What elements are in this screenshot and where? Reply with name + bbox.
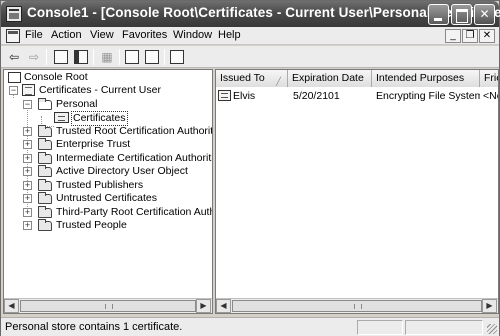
scroll-right-button[interactable]: ▶ [196,299,211,313]
menu-file[interactable]: File [25,29,43,41]
expand-icon[interactable]: + [23,181,32,190]
folder-icon [38,179,52,191]
certificate-icon [218,90,231,101]
tree-item-untrusted-certificates[interactable]: + Untrusted Certificates [6,192,212,205]
collapse-icon[interactable]: − [23,100,32,109]
status-bar: Personal store contains 1 certificate. [1,317,499,336]
cell-friendly-name: <No [483,90,498,102]
child-close-button[interactable]: ✕ [479,29,495,43]
folder-icon [38,165,52,177]
child-minimize-button[interactable]: _ [445,29,461,43]
up-one-level-icon[interactable] [53,49,69,65]
collapse-icon[interactable]: − [9,86,18,95]
refresh-icon[interactable] [124,49,140,65]
menu-action[interactable]: Action [51,29,82,41]
table-row[interactable]: Elvis 5/20/2101 Encrypting File System <… [216,89,498,103]
column-intended-purposes[interactable]: Intended Purposes [372,70,480,87]
scroll-right-button[interactable]: ▶ [482,299,497,313]
menu-view[interactable]: View [90,29,114,41]
folder-icon [38,152,52,164]
scroll-thumb[interactable] [20,300,196,312]
expand-icon[interactable]: + [23,221,32,230]
delete-icon[interactable]: ▦ [99,49,115,65]
expand-icon[interactable]: + [23,127,32,136]
tree-item-personal[interactable]: − Personal [6,98,212,111]
minimize-button[interactable] [428,4,449,25]
tree-horizontal-scrollbar[interactable]: ◀ ▶ [4,298,212,313]
toolbar-separator [46,49,47,65]
tree-item-active-directory-user-object[interactable]: + Active Directory User Object [6,165,212,178]
toolbar-separator [93,49,94,65]
tree-item-console-root[interactable]: Console Root [6,71,212,84]
scroll-left-button[interactable]: ◀ [216,299,231,313]
show-hide-tree-icon[interactable] [73,49,89,65]
expand-icon[interactable]: + [23,154,32,163]
toolbar-separator [119,49,120,65]
title-bar[interactable]: Console1 - [Console Root\Certificates - … [1,1,500,27]
child-restore-button[interactable]: ❐ [462,29,478,43]
child-window-icon[interactable] [6,29,20,43]
cell-expiration-date: 5/20/2101 [293,90,340,102]
back-arrow-icon[interactable]: ⇦ [6,49,22,65]
mmc-window: Console1 - [Console Root\Certificates - … [0,0,500,336]
column-expiration-date[interactable]: Expiration Date [288,70,372,87]
scroll-left-button[interactable]: ◀ [4,299,19,313]
cell-issued-to: Elvis [233,90,256,102]
console-tree[interactable]: Console Root − Certificates - Current Us… [3,69,213,314]
results-list[interactable]: Issued To ╱ Expiration Date Intended Purp… [215,69,499,314]
close-button[interactable]: ✕ [474,4,495,25]
list-horizontal-scrollbar[interactable]: ◀ ▶ [216,298,498,313]
maximize-button[interactable] [451,4,472,25]
folder-icon [38,125,52,137]
folder-icon [38,206,52,218]
tree-item-trusted-people[interactable]: + Trusted People [6,219,212,232]
expand-icon[interactable]: + [23,208,32,217]
console-app-icon[interactable] [6,6,22,22]
tree-item-trusted-publishers[interactable]: + Trusted Publishers [6,179,212,192]
scroll-thumb[interactable] [232,300,482,312]
resize-grip-icon[interactable] [487,324,497,334]
tree-item-enterprise-trust[interactable]: + Enterprise Trust [6,138,212,151]
help-icon[interactable] [169,49,185,65]
folder-icon [38,192,52,204]
forward-arrow-icon[interactable]: ⇨ [26,49,42,65]
menu-bar: File Action View Favorites Window Help _… [1,27,499,45]
expand-icon[interactable]: + [23,194,32,203]
column-issued-to[interactable]: Issued To ╱ [216,70,288,87]
open-folder-icon [38,98,52,110]
tree-item-third-party-root-ca[interactable]: + Third-Party Root Certification Authori… [6,206,212,219]
folder-icon [38,219,52,231]
expand-icon[interactable]: + [23,167,32,176]
toolbar-separator [164,49,165,65]
tree-item-trusted-root[interactable]: + Trusted Root Certification Authorities [6,125,212,138]
status-panel [357,320,403,335]
certificates-snapin-icon [22,84,35,96]
folder-icon [38,138,52,150]
menu-help[interactable]: Help [218,29,241,41]
tree-item-certificates-current-user[interactable]: − Certificates - Current User [6,84,212,97]
list-header: Issued To ╱ Expiration Date Intended Purp… [216,70,498,87]
tree-item-intermediate-ca[interactable]: + Intermediate Certification Authorities [6,152,212,165]
cell-intended-purposes: Encrypting File System [376,90,480,102]
console-root-icon [8,72,21,83]
toolbar: ⇦ ⇨ ▦ [1,46,499,68]
status-panel [405,320,483,335]
tree-item-certificates[interactable]: Certificates [6,111,212,126]
certificate-folder-icon [54,112,69,123]
export-list-icon[interactable] [144,49,160,65]
menu-window[interactable]: Window [173,29,212,41]
menu-favorites[interactable]: Favorites [122,29,167,41]
expand-icon[interactable]: + [23,140,32,149]
status-text: Personal store contains 1 certificate. [5,321,183,333]
column-friendly-name[interactable]: Frien [480,70,498,87]
